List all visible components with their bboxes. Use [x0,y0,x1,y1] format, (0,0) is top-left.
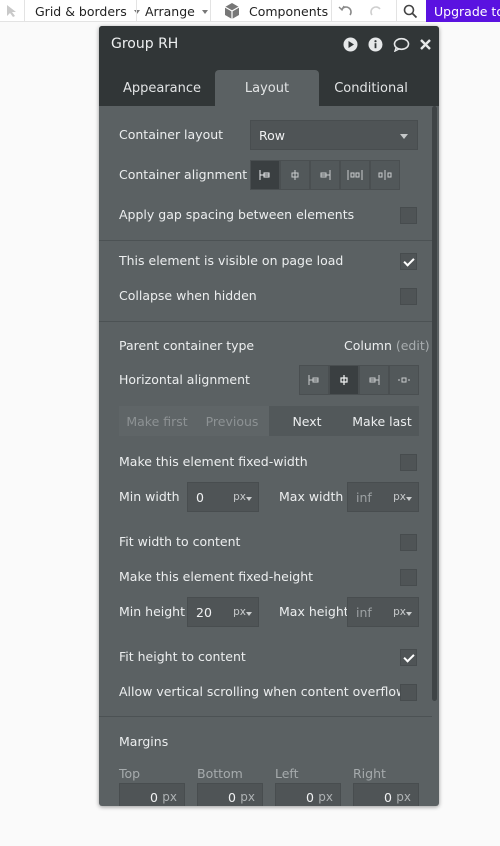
container-alignment-label: Container alignment [119,167,248,182]
upgrade-button[interactable]: Upgrade to [426,0,500,22]
collapse-hidden-label: Collapse when hidden [119,288,257,303]
min-height-input[interactable]: 20 px [187,597,259,627]
cursor-icon[interactable] [4,0,18,22]
container-layout-label: Container layout [119,127,224,142]
preview-icon[interactable] [343,37,358,52]
panel-scrollbar[interactable] [432,106,437,701]
margin-bottom-label: Bottom [197,766,243,781]
margin-left-label: Left [275,766,299,781]
fixed-height-label: Make this element fixed-height [119,569,314,584]
fit-height-checkbox[interactable] [400,649,417,666]
parent-container-type-value: Column (edit) [344,338,430,353]
fixed-width-checkbox[interactable] [400,454,417,471]
vertical-scrolling-label: Allow vertical scrolling when content ov… [119,684,413,699]
min-height-unit[interactable]: px [233,606,246,618]
fit-height-label: Fit height to content [119,649,246,664]
min-width-label: Min width [119,489,180,504]
components-menu[interactable]: Components [223,0,328,22]
info-icon[interactable] [368,37,383,52]
halign-center-button[interactable] [329,365,359,395]
tab-conditional[interactable]: Conditional [319,70,423,106]
chevron-down-icon [246,612,252,616]
search-icon[interactable] [403,0,418,22]
top-toolbar: Grid & borders Arrange Components Upgrad… [0,0,500,22]
max-width-label: Max width [279,489,344,504]
visible-on-load-label: This element is visible on page load [119,253,344,268]
gap-spacing-label: Apply gap spacing between elements [119,207,355,222]
fit-width-label: Fit width to content [119,534,241,549]
visible-on-load-checkbox[interactable] [400,253,417,270]
chevron-down-icon [400,134,408,139]
tab-layout[interactable]: Layout [215,70,319,106]
panel-tabs: Appearance Layout Conditional [99,64,439,106]
fixed-width-label: Make this element fixed-width [119,454,308,469]
halign-left-button[interactable] [299,365,329,395]
margin-top-label: Top [119,766,141,781]
horizontal-alignment-label: Horizontal alignment [119,372,250,387]
max-height-unit[interactable]: px [393,606,406,618]
arrange-menu[interactable]: Arrange [145,0,208,22]
max-width-input[interactable]: inf px [347,482,419,512]
property-editor-panel: Group RH Appearance Layout Conditional C… [99,26,439,806]
halign-stretch-button[interactable] [389,365,419,395]
margin-right-input[interactable]: 0 px [353,783,419,806]
fit-width-checkbox[interactable] [400,534,417,551]
make-first-button[interactable]: Make first [119,406,195,436]
make-last-button[interactable]: Make last [345,406,419,436]
align-center-button[interactable] [280,160,310,190]
chevron-down-icon [406,497,412,501]
parent-container-type-label: Parent container type [119,338,255,353]
margin-right-label: Right [353,766,386,781]
undo-icon[interactable] [338,0,354,22]
halign-right-button[interactable] [359,365,389,395]
space-around-button[interactable] [370,160,400,190]
margin-bottom-input[interactable]: 0 px [197,783,263,806]
horizontal-alignment-group [299,365,419,395]
space-between-button[interactable] [340,160,370,190]
close-icon[interactable] [419,37,432,52]
panel-title: Group RH [111,36,179,52]
margins-title: Margins [119,734,169,749]
margin-top-input[interactable]: 0 px [119,783,185,806]
panel-header[interactable]: Group RH [99,26,439,64]
min-height-label: Min height [119,604,185,619]
chevron-down-icon [201,9,208,14]
tab-appearance[interactable]: Appearance [109,70,215,106]
gap-spacing-checkbox[interactable] [400,207,417,224]
vertical-scrolling-checkbox[interactable] [400,684,417,701]
margin-left-input[interactable]: 0 px [275,783,341,806]
next-button[interactable]: Next [269,406,345,436]
redo-icon[interactable] [368,0,384,22]
align-right-button[interactable] [310,160,340,190]
chevron-down-icon [406,612,412,616]
chevron-down-icon [246,497,252,501]
max-height-label: Max height [279,604,349,619]
align-left-button[interactable] [250,160,280,190]
container-alignment-group [250,160,400,190]
min-width-input[interactable]: 0 px [187,482,259,512]
edit-parent-link[interactable]: (edit) [396,338,430,353]
container-layout-select[interactable]: Row [250,120,418,150]
min-width-unit[interactable]: px [233,491,246,503]
element-order-controls: Make first Previous Next Make last [119,406,419,436]
fixed-height-checkbox[interactable] [400,569,417,586]
cube-icon [224,3,240,19]
comment-icon[interactable] [393,37,410,52]
previous-button[interactable]: Previous [195,406,269,436]
max-width-unit[interactable]: px [393,491,406,503]
grid-borders-menu[interactable]: Grid & borders [35,0,140,22]
max-height-input[interactable]: inf px [347,597,419,627]
collapse-hidden-checkbox[interactable] [400,288,417,305]
